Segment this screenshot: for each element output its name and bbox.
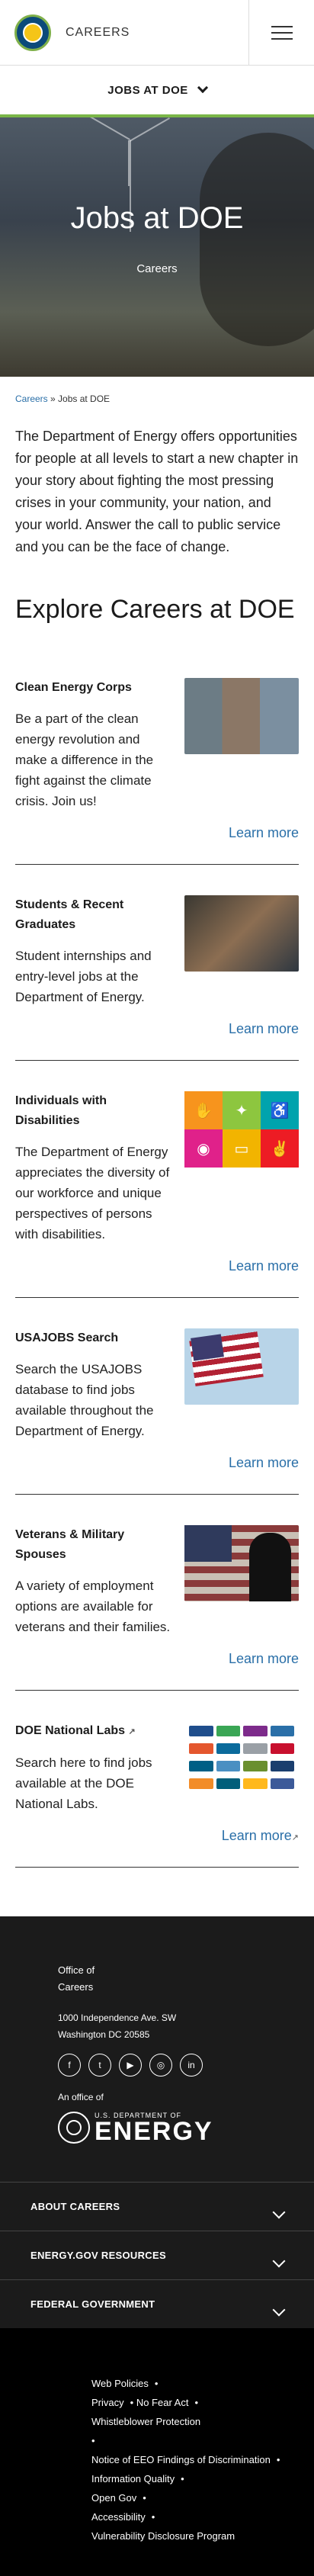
card-body: The Department of Energy appreciates the… <box>15 1145 170 1241</box>
card-disabilities: Individuals with Disabilities The Depart… <box>15 1061 299 1298</box>
card-national-labs: DOE National Labs ↗ Search here to find … <box>15 1691 299 1868</box>
card-body: Search here to find jobs available at th… <box>15 1755 152 1811</box>
learn-more-link[interactable]: Learn more↗ <box>222 1828 299 1844</box>
students-image <box>184 895 299 972</box>
hamburger-menu-button[interactable] <box>248 0 314 66</box>
facebook-icon[interactable]: f <box>58 2054 81 2077</box>
usajobs-flag-puzzle-image <box>184 1328 299 1405</box>
sign-language-icon: ✌ <box>261 1129 299 1168</box>
legal-links: Web Policies • Privacy • No Fear Act • Whis… <box>0 2328 314 2576</box>
accordion-federal-government[interactable]: FEDERAL GOVERNMENT <box>0 2279 314 2328</box>
legal-link-privacy[interactable]: Privacy <box>91 2397 124 2408</box>
doe-energy-logo[interactable]: U.S. DEPARTMENT OF ENERGY <box>58 2112 314 2144</box>
footer-office-title: Office of Careers <box>58 1964 95 1993</box>
hearing-icon: ✋ <box>184 1091 223 1129</box>
breadcrumb-separator: » <box>47 393 59 404</box>
legal-link-no-fear-act[interactable]: No Fear Act <box>136 2397 189 2408</box>
learn-more-link[interactable]: Learn more <box>229 1455 299 1471</box>
hero-banner: Jobs at DOE Careers <box>0 117 314 377</box>
card-title[interactable]: USAJOBS Search <box>15 1328 172 1348</box>
breadcrumb: Careers » Jobs at DOE <box>15 377 299 404</box>
card-title[interactable]: Individuals with Disabilities <box>15 1091 172 1131</box>
clean-energy-corps-image <box>184 678 299 754</box>
card-clean-energy-corps: Clean Energy Corps Be a part of the clea… <box>15 647 299 865</box>
card-body: Student internships and entry-level jobs… <box>15 949 152 1004</box>
legal-link-vulnerability-disclosure[interactable]: Vulnerability Disclosure Program <box>91 2530 235 2542</box>
cognitive-icon: ◉ <box>184 1129 223 1168</box>
external-link-icon: ↗ <box>128 1727 136 1736</box>
accordion-energy-gov-resources[interactable]: ENERGY.GOV RESOURCES <box>0 2231 314 2279</box>
legal-link-eeo[interactable]: Notice of EEO Findings of Discrimination <box>91 2454 271 2465</box>
instagram-icon[interactable]: ◎ <box>149 2054 172 2077</box>
office-of-label: An office of <box>58 2092 104 2102</box>
chevron-down-icon <box>197 82 208 94</box>
footer-accordion: ABOUT CAREERS ENERGY.GOV RESOURCES FEDER… <box>0 2182 314 2328</box>
learn-more-link[interactable]: Learn more <box>229 825 299 841</box>
card-title[interactable]: Veterans & Military Spouses <box>15 1525 172 1565</box>
card-title[interactable]: Students & Recent Graduates <box>15 895 172 935</box>
veterans-flag-salute-image <box>184 1525 299 1601</box>
accordion-about-careers[interactable]: ABOUT CAREERS <box>0 2182 314 2231</box>
card-body: A variety of employment options are avai… <box>15 1579 171 1634</box>
chevron-down-icon <box>272 2254 286 2267</box>
youtube-icon[interactable]: ▶ <box>119 2054 142 2077</box>
main-content: Careers » Jobs at DOE The Department of … <box>0 377 314 1868</box>
doe-logo[interactable] <box>0 0 66 66</box>
social-links: f t ▶ ◎ in <box>58 2054 314 2077</box>
hero-subtitle: Careers <box>136 262 178 275</box>
page-title: Jobs at DOE <box>70 201 244 235</box>
card-title[interactable]: DOE National Labs ↗ <box>15 1721 172 1742</box>
explore-title: Explore Careers at DOE <box>15 595 295 624</box>
legal-link-web-policies[interactable]: Web Policies <box>91 2378 149 2389</box>
chevron-down-icon <box>272 2205 286 2218</box>
site-header: CAREERS <box>0 0 314 66</box>
section-nav-dropdown[interactable]: JOBS AT DOE <box>0 66 314 117</box>
site-name[interactable]: CAREERS <box>66 26 248 40</box>
chevron-down-icon <box>272 2303 286 2316</box>
disabilities-icons-image: ✋ ✦ ♿ ◉ ▭ ✌ <box>184 1091 299 1168</box>
card-students: Students & Recent Graduates Student inte… <box>15 865 299 1061</box>
section-nav-label: JOBS AT DOE <box>107 83 188 97</box>
legal-link-open-gov[interactable]: Open Gov <box>91 2492 136 2504</box>
national-labs-logos-image <box>184 1721 299 1797</box>
twitter-icon[interactable]: t <box>88 2054 111 2077</box>
linkedin-icon[interactable]: in <box>180 2054 203 2077</box>
card-body: Be a part of the clean energy revolution… <box>15 711 154 808</box>
legal-link-accessibility[interactable]: Accessibility <box>91 2511 146 2523</box>
legal-link-information-quality[interactable]: Information Quality <box>91 2473 175 2484</box>
breadcrumb-link-careers[interactable]: Careers <box>15 393 48 404</box>
speech-icon: ▭ <box>223 1129 261 1168</box>
card-title[interactable]: Clean Energy Corps <box>15 678 172 698</box>
breadcrumb-current: Jobs at DOE <box>58 393 111 404</box>
hero-person-image <box>200 133 314 346</box>
service-animal-icon: ✦ <box>223 1091 261 1129</box>
card-usajobs: USAJOBS Search Search the USAJOBS databa… <box>15 1298 299 1495</box>
wheelchair-icon: ♿ <box>261 1091 299 1129</box>
learn-more-link[interactable]: Learn more <box>229 1651 299 1667</box>
doe-seal-icon <box>58 2112 90 2144</box>
doe-seal-icon <box>14 14 51 51</box>
footer-address: 1000 Independence Ave. SW Washington DC … <box>58 2012 177 2040</box>
card-veterans: Veterans & Military Spouses A variety of… <box>15 1495 299 1691</box>
learn-more-link[interactable]: Learn more <box>229 1258 299 1274</box>
site-footer: Office of Careers 1000 Independence Ave.… <box>0 1916 314 2576</box>
learn-more-link[interactable]: Learn more <box>229 1021 299 1037</box>
card-body: Search the USAJOBS database to find jobs… <box>15 1362 154 1438</box>
legal-link-whistleblower[interactable]: Whistleblower Protection <box>91 2416 200 2427</box>
intro-paragraph: The Department of Energy offers opportun… <box>15 429 299 554</box>
external-link-icon: ↗ <box>291 1833 299 1842</box>
